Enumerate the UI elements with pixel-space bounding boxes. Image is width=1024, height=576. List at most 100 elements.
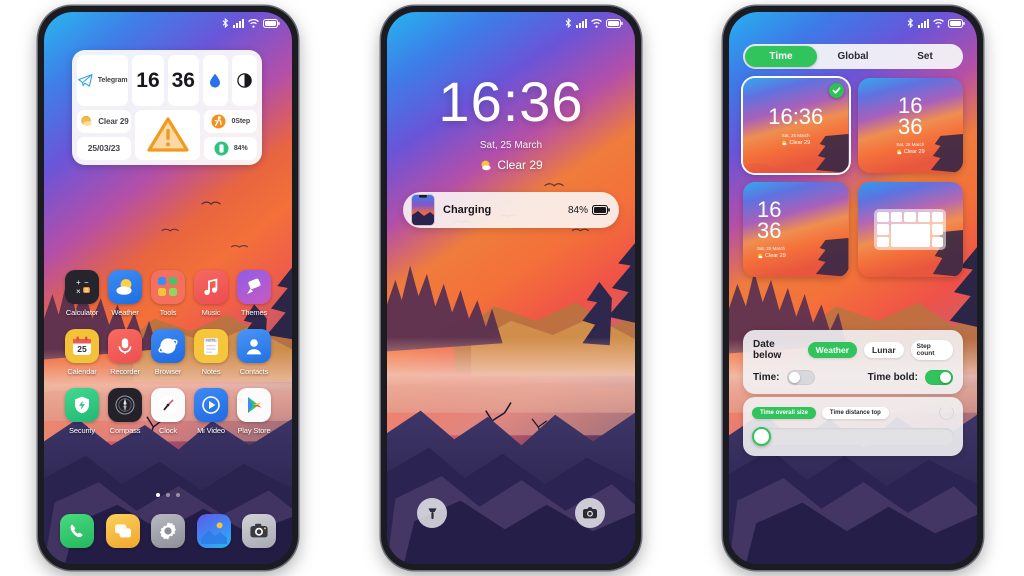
- notification-battery-label: 84%: [567, 204, 588, 216]
- style-inline-clock[interactable]: 16:36 Sat, 25 March Clear 29: [743, 78, 849, 173]
- app-label: Clock: [158, 426, 177, 435]
- time-toggle[interactable]: [786, 370, 815, 385]
- notification-charging[interactable]: Charging 84%: [403, 192, 619, 228]
- app-music[interactable]: Music: [191, 270, 231, 317]
- app-notes[interactable]: NOTE Notes: [191, 329, 231, 376]
- time-bold-toggle[interactable]: [925, 370, 953, 385]
- app-label: Notes: [201, 367, 221, 376]
- app-weather[interactable]: Weather: [105, 270, 145, 317]
- widget-tile-steps[interactable]: 0Step: [204, 109, 257, 133]
- reset-icon[interactable]: [939, 405, 954, 420]
- contacts-icon: [237, 329, 271, 363]
- style-stacked-clock-a[interactable]: 16 36 Sat, 25 March Clear 29: [857, 78, 964, 173]
- camera-shortcut[interactable]: [575, 498, 605, 528]
- grid-cell: [931, 224, 944, 235]
- widget-tile-weather[interactable]: Clear 29: [77, 109, 131, 133]
- app-tools[interactable]: Tools: [148, 270, 188, 317]
- tab-time[interactable]: Time: [745, 46, 817, 67]
- app-mi-video[interactable]: Mi Video: [191, 388, 231, 435]
- style-grid-layout[interactable]: [857, 182, 963, 277]
- app-label: Browser: [154, 367, 182, 376]
- walking-icon: [211, 114, 226, 129]
- app-browser[interactable]: Browser: [148, 329, 188, 376]
- app-label: Themes: [240, 308, 268, 317]
- slider-knob[interactable]: [752, 427, 771, 446]
- clock-icon: [151, 388, 185, 422]
- app-row-1: + − × Calculator Weather Tools Music The…: [56, 270, 280, 317]
- app-calendar[interactable]: 25 Calendar: [62, 329, 102, 376]
- warning-triangle-icon: [147, 117, 189, 152]
- app-label: Music: [201, 308, 221, 317]
- page-dot-1[interactable]: [156, 493, 160, 497]
- lock-weather-label: Clear 29: [497, 158, 543, 172]
- tab-global[interactable]: Global: [817, 46, 889, 67]
- widget-tile-minute: 36: [167, 55, 199, 106]
- battery-icon: [592, 205, 610, 215]
- chip-time-distance-top[interactable]: Time distance top: [821, 406, 889, 419]
- widget-tile-contrast[interactable]: [231, 55, 257, 106]
- app-recorder[interactable]: Recorder: [105, 329, 145, 376]
- widget-tile-warning[interactable]: [134, 109, 201, 160]
- grid-cell: [890, 211, 903, 223]
- screenshot-stage: Telegram 16 36 Clear 29 25/03/23 0Step 8…: [0, 0, 1024, 576]
- svg-text:25: 25: [77, 344, 87, 354]
- app-play-store[interactable]: Play Store: [234, 388, 274, 435]
- widget-tile-telegram[interactable]: Telegram: [77, 55, 129, 106]
- chip-time-overall-size[interactable]: Time overall size: [752, 406, 816, 419]
- app-label: Weather: [111, 308, 139, 317]
- phone-device-3: Time Global Set 16:36 Sat, 25 March Clea…: [723, 6, 983, 570]
- phone-device-2: 16:36 Sat, 25 March Clear 29 Charging 84…: [381, 6, 641, 570]
- gear-icon[interactable]: [151, 514, 185, 548]
- page-indicator[interactable]: [44, 493, 292, 497]
- app-contacts[interactable]: Contacts: [234, 329, 274, 376]
- chip-step-count[interactable]: Step count: [910, 340, 953, 360]
- app-label: Calendar: [67, 367, 97, 376]
- page-dot-2[interactable]: [166, 493, 170, 497]
- signal-icon: [233, 18, 244, 28]
- page-dot-3[interactable]: [176, 493, 180, 497]
- lock-clock[interactable]: 16:36 Sat, 25 March Clear 29: [387, 74, 635, 173]
- tab-set[interactable]: Set: [889, 46, 961, 67]
- battery-icon: [606, 18, 623, 28]
- app-calculator[interactable]: + − × Calculator: [62, 270, 102, 317]
- widget-tile-battery[interactable]: 84%: [204, 136, 257, 160]
- step-label: 0Step: [231, 117, 251, 125]
- app-row-3: Security Compass Clock Mi Video Play Sto…: [56, 388, 280, 435]
- telegram-icon: [77, 73, 93, 87]
- home-clock-widget[interactable]: Telegram 16 36 Clear 29 25/03/23 0Step 8…: [72, 50, 262, 165]
- widget-minute: 36: [171, 68, 195, 92]
- card-preview-content: 16 36 Sat, 25 March Clear 29: [858, 78, 964, 173]
- app-clock[interactable]: Clock: [148, 388, 188, 435]
- style-stacked-clock-b[interactable]: 16 36 Sat, 25 March Clear 29: [743, 182, 849, 277]
- card-preview-content: 16 36 Sat, 25 March Clear 29: [743, 182, 849, 277]
- gallery-icon[interactable]: [196, 514, 231, 548]
- widget-tile-humidity[interactable]: [202, 55, 228, 106]
- notes-icon: NOTE: [194, 329, 228, 363]
- chip-lunar[interactable]: Lunar: [864, 342, 904, 358]
- time-bold-label: Time bold:: [867, 372, 918, 383]
- chip-weather[interactable]: Weather: [807, 342, 858, 358]
- calculator-icon: + − ×: [65, 270, 99, 304]
- app-themes[interactable]: Themes: [234, 270, 274, 317]
- weather-icon: [108, 270, 142, 304]
- date-below-row: Date below Weather Lunar Step count: [753, 339, 953, 361]
- app-security[interactable]: Security: [62, 388, 102, 435]
- sun-icon: [81, 116, 92, 127]
- messages-icon[interactable]: [105, 514, 140, 548]
- size-slider[interactable]: [752, 427, 954, 446]
- svg-text:−: −: [84, 278, 89, 287]
- grid-cell-large: [890, 224, 930, 248]
- date-below-label: Date below: [753, 339, 782, 361]
- card-weather-label: Clear 29: [903, 149, 925, 156]
- app-row-2: 25 Calendar Recorder Browser NOTE Notes …: [56, 329, 280, 376]
- phone1-screen: Telegram 16 36 Clear 29 25/03/23 0Step 8…: [44, 12, 292, 564]
- phone-handset-icon[interactable]: [60, 514, 94, 548]
- flashlight-shortcut[interactable]: [417, 498, 447, 528]
- camera-icon[interactable]: [242, 514, 276, 548]
- app-label: Tools: [159, 308, 177, 317]
- app-compass[interactable]: Compass: [105, 388, 145, 435]
- card-time: 16:36: [768, 103, 824, 129]
- water-drop-icon: [210, 73, 221, 88]
- play-store-icon: [237, 388, 271, 422]
- sun-cloud-icon: [481, 160, 491, 170]
